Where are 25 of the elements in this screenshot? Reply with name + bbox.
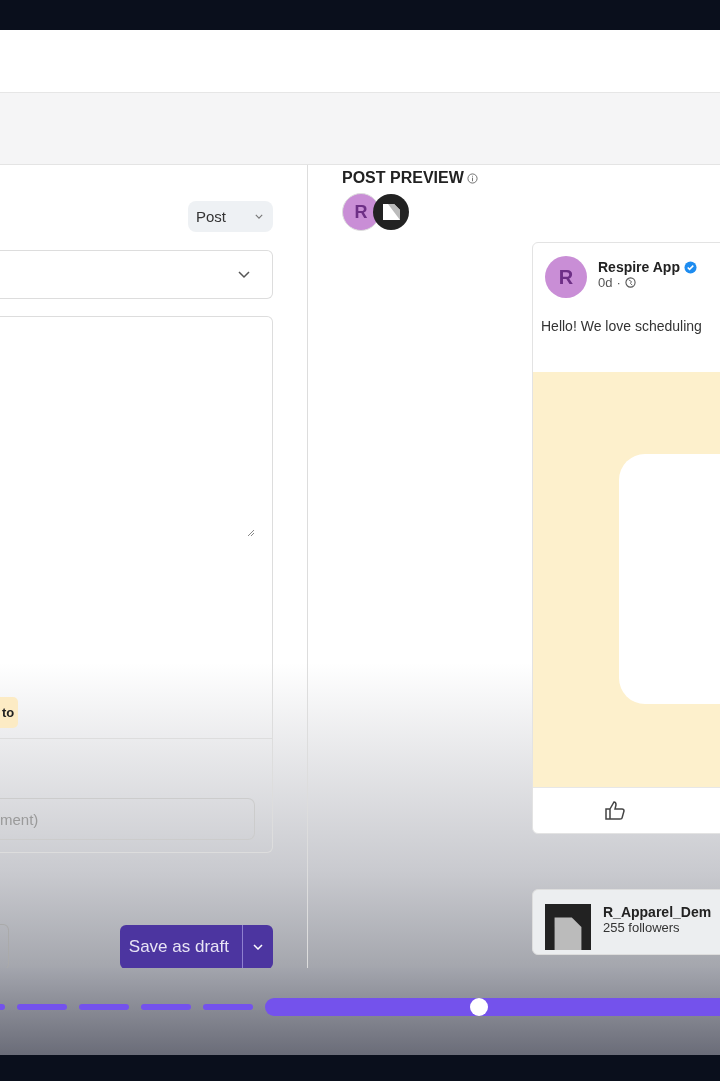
- post-text: Hello! We love scheduling: [540, 317, 703, 336]
- separator-dot: ·: [616, 275, 621, 290]
- section-title: POST PREVIEW: [342, 169, 464, 187]
- author-avatar: R: [545, 256, 587, 298]
- post-time: 0d: [598, 275, 613, 290]
- post-type-dropdown[interactable]: Post: [188, 201, 273, 232]
- caret-icon: [253, 944, 263, 950]
- caret-icon: [255, 214, 263, 219]
- post-editor[interactable]: to ment): [0, 316, 273, 853]
- page-name: R_Apparel_Dem: [603, 904, 712, 920]
- tag-chip[interactable]: to: [0, 697, 19, 728]
- caret-icon: [238, 270, 250, 279]
- comment-field[interactable]: ment): [0, 798, 255, 840]
- save-options-button[interactable]: [243, 925, 273, 968]
- page-avatar-icon[interactable]: [372, 193, 410, 231]
- author-name: Respire App: [598, 259, 680, 275]
- follower-count: 255 followers: [603, 920, 681, 935]
- resize-handle-icon[interactable]: [247, 529, 255, 537]
- globe-icon: [624, 277, 636, 288]
- progress-track[interactable]: [265, 997, 720, 1016]
- info-icon[interactable]: [466, 172, 478, 184]
- save-draft-button[interactable]: Save as draft: [119, 925, 243, 968]
- page-logo-icon: [545, 904, 591, 950]
- like-icon[interactable]: [603, 798, 627, 823]
- progress-thumb[interactable]: [469, 997, 488, 1016]
